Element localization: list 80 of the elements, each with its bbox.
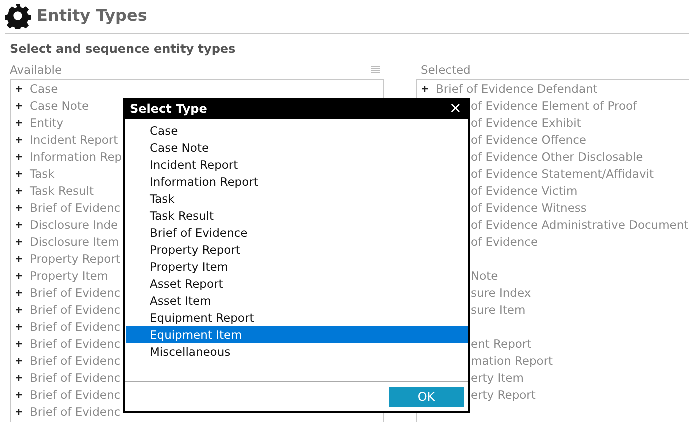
add-icon[interactable]: [16, 120, 22, 126]
add-icon[interactable]: [16, 102, 22, 108]
list-item[interactable]: Brief of Evidenc: [30, 354, 121, 368]
list-item[interactable]: sure Item: [471, 302, 526, 316]
list-item[interactable]: Case Note: [30, 98, 90, 112]
list-item[interactable]: erty Report: [471, 388, 536, 402]
add-icon[interactable]: [16, 170, 22, 176]
list-item[interactable]: Brief of Evidenc: [30, 388, 121, 402]
add-icon[interactable]: [16, 256, 22, 262]
add-icon[interactable]: [16, 306, 22, 312]
list-item[interactable]: Brief of Evidenc: [30, 370, 121, 384]
type-option[interactable]: Miscellaneous: [126, 343, 468, 360]
add-icon[interactable]: [16, 324, 22, 330]
type-option[interactable]: Incident Report: [126, 156, 468, 173]
type-option[interactable]: Brief of Evidence: [126, 224, 468, 241]
type-option[interactable]: Information Report: [126, 173, 468, 190]
list-item[interactable]: of Evidence Victim: [471, 184, 578, 198]
add-icon[interactable]: [16, 204, 22, 210]
add-icon[interactable]: [16, 272, 22, 278]
list-label: Selected: [420, 63, 471, 77]
list-item[interactable]: Property Item: [30, 268, 108, 282]
type-option[interactable]: Property Report: [126, 241, 468, 258]
list-item[interactable]: Brief of Evidenc: [30, 336, 121, 350]
list-item[interactable]: of Evidence Other Disclosable: [471, 150, 644, 164]
list-item[interactable]: Information Rep: [30, 150, 122, 164]
type-option[interactable]: Case Note: [126, 139, 468, 156]
type-option[interactable]: Task Result: [126, 207, 468, 224]
list-item[interactable]: Entity: [30, 116, 64, 130]
add-icon[interactable]: [16, 238, 22, 244]
list-item[interactable]: mation Report: [471, 354, 554, 368]
type-option[interactable]: Task: [126, 190, 468, 207]
list-item[interactable]: of Evidence: [471, 234, 538, 248]
list-item[interactable]: Property Report: [30, 252, 120, 266]
list-item[interactable]: of Evidence Element of Proof: [471, 98, 638, 112]
list-item[interactable]: of Evidence Offence: [471, 132, 586, 146]
list-item[interactable]: Note: [471, 268, 498, 282]
list-item[interactable]: Brief of Evidenc: [30, 200, 121, 214]
add-icon[interactable]: [16, 392, 22, 398]
add-icon[interactable]: [16, 374, 22, 380]
add-icon[interactable]: [16, 290, 22, 296]
list-item[interactable]: of Evidence Statement/Affidavit: [471, 166, 654, 180]
list-item[interactable]: of Evidence Exhibit: [471, 116, 582, 130]
add-icon[interactable]: [16, 222, 22, 228]
list-item[interactable]: Case: [30, 82, 58, 96]
settings-icon: [5, 2, 31, 28]
list-item[interactable]: of Evidence Administrative Document: [471, 218, 689, 232]
type-option[interactable]: Asset Item: [126, 292, 468, 309]
type-option[interactable]: Equipment Item: [126, 326, 468, 343]
list-item[interactable]: Brief of Evidence Defendant: [436, 82, 598, 96]
list-item[interactable]: Brief of Evidenc: [30, 320, 121, 334]
list-item[interactable]: of Evidence Witness: [471, 200, 587, 214]
type-option[interactable]: Equipment Report: [126, 309, 468, 326]
type-option[interactable]: Case: [126, 122, 468, 139]
ok-button[interactable]: OK: [389, 386, 464, 406]
list-item[interactable]: Brief of Evidenc: [30, 286, 121, 300]
dialog-title: Select Type: [130, 102, 208, 116]
add-icon[interactable]: [422, 86, 428, 92]
add-icon[interactable]: [16, 188, 22, 194]
list-item[interactable]: sure Index: [471, 286, 532, 300]
section-heading: Select and sequence entity types: [10, 42, 237, 57]
type-option[interactable]: Property Item: [126, 258, 468, 275]
list-item[interactable]: Task Result: [30, 184, 94, 198]
list-item[interactable]: Disclosure Inde: [30, 218, 118, 232]
add-icon[interactable]: [16, 408, 22, 414]
add-icon[interactable]: [16, 86, 22, 92]
page-title: Entity Types: [37, 6, 148, 25]
list-item[interactable]: Brief of Evidenc: [30, 302, 121, 316]
list-item[interactable]: erty Item: [471, 370, 524, 384]
list-item[interactable]: Incident Report: [30, 132, 118, 146]
list-item[interactable]: Task: [30, 166, 55, 180]
add-icon[interactable]: [16, 136, 22, 142]
add-icon[interactable]: [16, 340, 22, 346]
close-button[interactable]: ×: [449, 101, 462, 116]
type-option[interactable]: Asset Report: [126, 275, 468, 292]
list-label: Available: [10, 63, 62, 77]
list-item[interactable]: Disclosure Item: [30, 234, 120, 248]
add-icon[interactable]: [16, 358, 22, 364]
list-item[interactable]: Brief of Evidenc: [30, 404, 121, 418]
add-icon[interactable]: [16, 154, 22, 160]
list-item[interactable]: ent Report: [471, 336, 532, 350]
